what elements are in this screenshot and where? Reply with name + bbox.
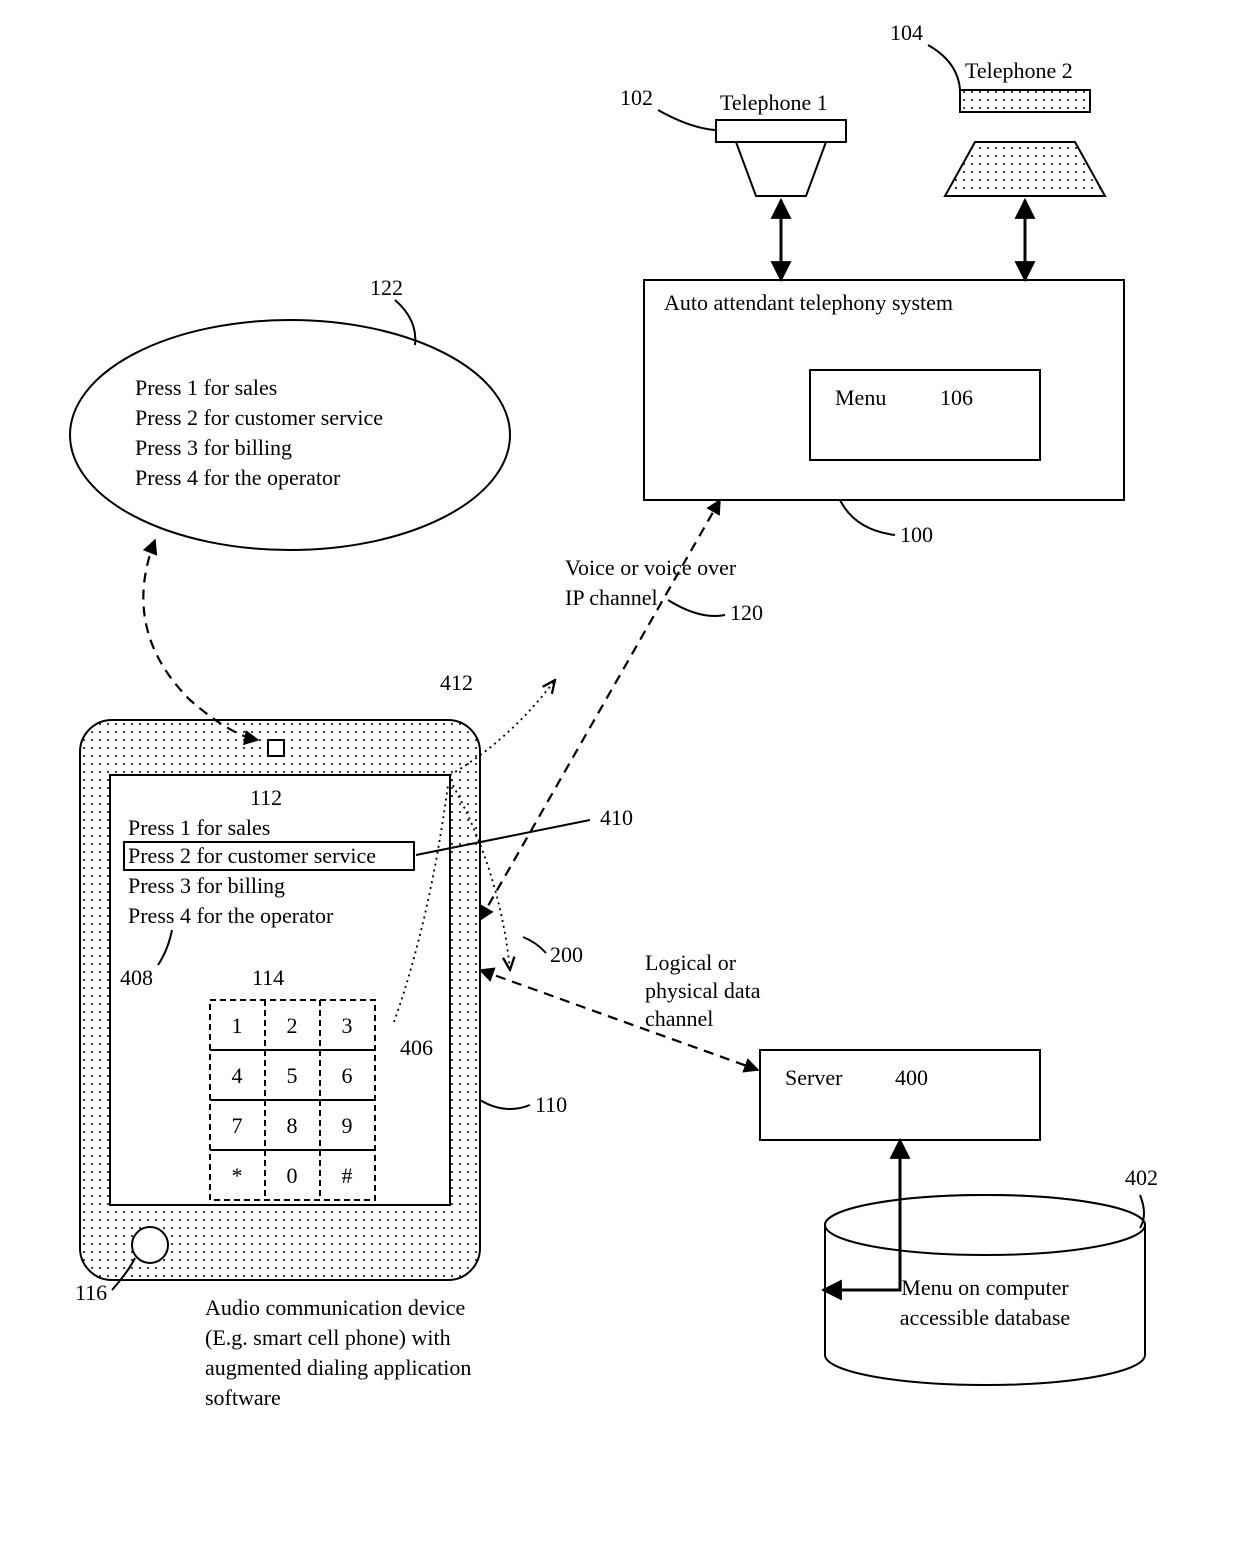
screen-menu-3[interactable]: Press 3 for billing (128, 873, 285, 898)
device-caption-2: (E.g. smart cell phone) with (205, 1325, 451, 1350)
telephone-1: Telephone 1 (716, 90, 846, 196)
ref-102: 102 (620, 85, 715, 130)
device-caption-4: software (205, 1385, 281, 1410)
keypad-9[interactable]: 9 (342, 1113, 353, 1138)
db-line-1: Menu on computer (901, 1275, 1069, 1300)
voice-label-2: IP channel (565, 585, 658, 610)
ref-200: 200 (523, 937, 583, 967)
bubble-line-4: Press 4 for the operator (135, 465, 341, 490)
svg-text:402: 402 (1125, 1165, 1158, 1190)
diagram-root: Telephone 1 102 Telephone 2 104 Auto att… (0, 0, 1240, 1549)
keypad-8[interactable]: 8 (287, 1113, 298, 1138)
svg-text:120: 120 (730, 600, 763, 625)
telephone-2-label: Telephone 2 (965, 58, 1073, 83)
keypad-hash[interactable]: # (342, 1163, 353, 1188)
svg-text:104: 104 (890, 20, 923, 45)
data-label-1: Logical or (645, 950, 737, 975)
ref-410: 410 (600, 805, 633, 830)
voice-label-1: Voice or voice over (565, 555, 737, 580)
keypad-7[interactable]: 7 (232, 1113, 243, 1138)
ref-100: 100 (840, 500, 933, 547)
ref-114: 114 (252, 965, 284, 990)
server-box (760, 1050, 1040, 1140)
svg-text:116: 116 (75, 1280, 107, 1305)
ref-112: 112 (250, 785, 282, 810)
phone-home-button[interactable] (132, 1227, 168, 1263)
attendant-title: Auto attendant telephony system (664, 290, 953, 315)
keypad-4[interactable]: 4 (232, 1063, 243, 1088)
telephone-2: Telephone 2 (945, 58, 1105, 196)
keypad-star[interactable]: * (232, 1163, 243, 1188)
screen-menu-4[interactable]: Press 4 for the operator (128, 903, 334, 928)
link-bubble-phone (143, 540, 258, 740)
ref-110: 110 (480, 1092, 567, 1117)
svg-text:110: 110 (535, 1092, 567, 1117)
data-label-2: physical data (645, 978, 761, 1003)
keypad-6[interactable]: 6 (342, 1063, 353, 1088)
data-label-3: channel (645, 1006, 713, 1031)
screen-menu-1[interactable]: Press 1 for sales (128, 815, 270, 840)
screen-menu-2[interactable]: Press 2 for customer service (128, 843, 376, 868)
keypad-1[interactable]: 1 (232, 1013, 243, 1038)
svg-text:100: 100 (900, 522, 933, 547)
svg-text:408: 408 (120, 965, 153, 990)
ref-104: 104 (890, 20, 960, 90)
device-caption-1: Audio communication device (205, 1295, 465, 1320)
ref-400: 400 (895, 1065, 928, 1090)
svg-text:102: 102 (620, 85, 653, 110)
device-caption-3: augmented dialing application (205, 1355, 471, 1380)
bubble-line-3: Press 3 for billing (135, 435, 292, 460)
keypad-3[interactable]: 3 (342, 1013, 353, 1038)
svg-text:200: 200 (550, 942, 583, 967)
menu-box (810, 370, 1040, 460)
ref-406: 406 (400, 1035, 433, 1060)
telephone-1-label: Telephone 1 (720, 90, 828, 115)
keypad-5[interactable]: 5 (287, 1063, 298, 1088)
bubble-line-2: Press 2 for customer service (135, 405, 383, 430)
db-line-2: accessible database (900, 1305, 1070, 1330)
svg-text:122: 122 (370, 275, 403, 300)
ref-120: 120 (668, 600, 763, 625)
phone-camera (268, 740, 284, 756)
bubble-line-1: Press 1 for sales (135, 375, 277, 400)
menu-box-label: Menu (835, 385, 886, 410)
keypad-0[interactable]: 0 (287, 1163, 298, 1188)
keypad[interactable]: 1 2 3 4 5 6 7 8 9 * 0 # (210, 1000, 375, 1200)
server-label: Server (785, 1065, 843, 1090)
keypad-2[interactable]: 2 (287, 1013, 298, 1038)
ref-412: 412 (440, 670, 473, 695)
ref-106: 106 (940, 385, 973, 410)
